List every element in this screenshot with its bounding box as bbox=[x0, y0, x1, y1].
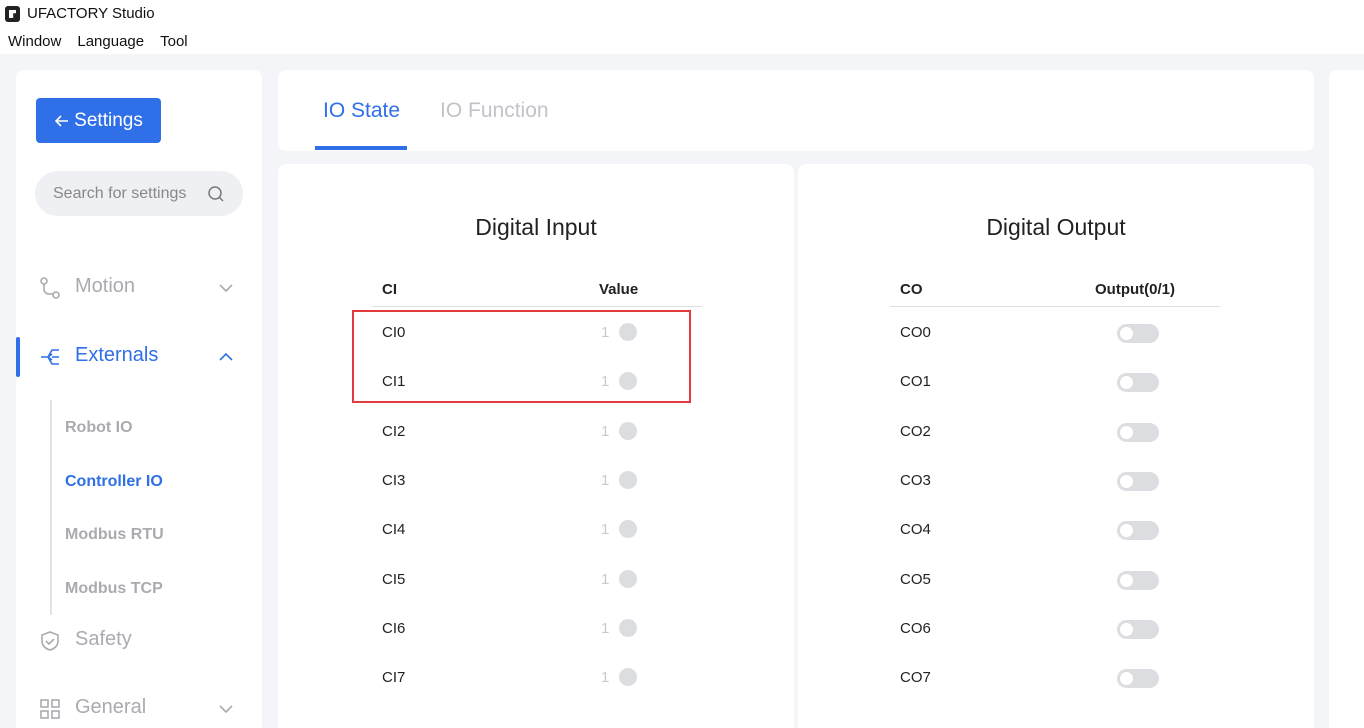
output-channel-label: CO5 bbox=[900, 570, 931, 588]
digital-input-card: Digital Input CI Value CI0 1 CI1 1 CI2 1 CI3 1 C… bbox=[278, 164, 794, 728]
back-button-label: Settings bbox=[74, 109, 143, 131]
menu-language[interactable]: Language bbox=[69, 33, 152, 50]
menu-tool[interactable]: Tool bbox=[152, 33, 196, 50]
chevron-down-icon bbox=[219, 284, 233, 293]
input-state-indicator bbox=[619, 470, 637, 489]
settings-search bbox=[35, 171, 243, 216]
arrow-left-icon bbox=[55, 114, 69, 127]
output-channel-label: CO6 bbox=[900, 619, 931, 637]
input-state-indicator bbox=[619, 372, 637, 391]
menu-bar: Window Language Tool bbox=[0, 33, 196, 50]
search-input[interactable] bbox=[53, 171, 203, 216]
input-state-indicator bbox=[619, 618, 637, 637]
back-to-settings-button[interactable]: Settings bbox=[36, 98, 161, 143]
header-divider bbox=[372, 306, 702, 307]
sidebar-item-motion[interactable]: Motion bbox=[16, 268, 262, 308]
digital-output-card: Digital Output CO Output(0/1) CO0 CO1 CO2 C… bbox=[798, 164, 1314, 728]
input-state-indicator bbox=[619, 569, 637, 588]
sidebar-item-safety[interactable]: Safety bbox=[16, 621, 262, 661]
input-channel-label: CI7 bbox=[382, 669, 406, 687]
output-toggle-switch[interactable] bbox=[1117, 373, 1159, 393]
sidebar-item-label: General bbox=[75, 696, 147, 718]
sidebar-item-general[interactable]: General bbox=[16, 689, 262, 728]
ci-column-header: CI bbox=[382, 281, 397, 298]
externals-icon bbox=[41, 349, 59, 365]
input-channel-label: CI1 bbox=[382, 373, 406, 391]
grid-icon bbox=[40, 699, 60, 719]
tabs-panel: IO State IO Function bbox=[278, 70, 1314, 151]
output-channel-label: CO0 bbox=[900, 324, 931, 341]
input-value: 1 bbox=[601, 669, 610, 687]
active-tab-underline bbox=[315, 146, 407, 150]
sidebar-item-label: Motion bbox=[75, 275, 136, 297]
input-value: 1 bbox=[601, 324, 610, 341]
output-channel-label: CO3 bbox=[900, 471, 931, 489]
header-divider bbox=[890, 306, 1220, 307]
input-channel-label: CI2 bbox=[382, 422, 406, 440]
input-channel-label: CI0 bbox=[382, 324, 406, 341]
chevron-down-icon bbox=[219, 705, 233, 714]
search-icon[interactable] bbox=[207, 185, 225, 203]
tab-io-function[interactable]: IO Function bbox=[440, 99, 549, 123]
input-state-indicator bbox=[619, 421, 637, 440]
output-toggle-switch[interactable] bbox=[1117, 471, 1159, 491]
output-toggle-switch[interactable] bbox=[1117, 669, 1159, 689]
subnav-line bbox=[50, 400, 52, 615]
active-indicator bbox=[16, 337, 20, 377]
tab-io-state[interactable]: IO State bbox=[323, 99, 400, 123]
output-toggle-switch[interactable] bbox=[1117, 521, 1159, 541]
input-value: 1 bbox=[601, 471, 610, 489]
sidebar-item-label: Externals bbox=[75, 344, 159, 366]
input-value: 1 bbox=[601, 619, 610, 637]
app-logo-icon bbox=[5, 6, 20, 22]
app-title: UFACTORY Studio bbox=[27, 5, 155, 22]
input-value: 1 bbox=[601, 570, 610, 588]
input-state-indicator bbox=[619, 323, 637, 341]
output-column-header: Output(0/1) bbox=[1095, 281, 1175, 298]
sidebar-subitem-controller-io[interactable]: Controller IO bbox=[65, 473, 163, 491]
sidebar-item-label: Safety bbox=[75, 628, 132, 650]
sidebar-subitem-modbus-tcp[interactable]: Modbus TCP bbox=[65, 580, 163, 598]
input-channel-label: CI3 bbox=[382, 471, 406, 489]
sidebar-subitem-modbus-rtu[interactable]: Modbus RTU bbox=[65, 526, 164, 544]
input-value: 1 bbox=[601, 422, 610, 440]
digital-input-title: Digital Input bbox=[475, 214, 597, 240]
input-state-indicator bbox=[619, 520, 637, 539]
input-channel-label: CI6 bbox=[382, 619, 406, 637]
input-channel-label: CI5 bbox=[382, 570, 406, 588]
value-column-header: Value bbox=[599, 281, 639, 298]
input-value: 1 bbox=[601, 373, 610, 391]
chevron-up-icon bbox=[219, 352, 233, 361]
sidebar-item-externals[interactable]: Externals bbox=[16, 337, 262, 377]
input-value: 1 bbox=[601, 521, 610, 539]
right-panel-edge bbox=[1329, 70, 1364, 728]
title-bar: UFACTORY Studio Window Language Tool bbox=[0, 0, 1364, 54]
sidebar-subitem-robot-io[interactable]: Robot IO bbox=[65, 419, 133, 437]
shield-icon bbox=[41, 631, 59, 651]
output-channel-label: CO1 bbox=[900, 373, 931, 391]
output-toggle-switch[interactable] bbox=[1117, 422, 1159, 442]
output-toggle-switch[interactable] bbox=[1117, 619, 1159, 639]
output-channel-label: CO7 bbox=[900, 669, 931, 687]
output-toggle-switch[interactable] bbox=[1117, 324, 1159, 343]
output-channel-label: CO4 bbox=[900, 521, 931, 539]
input-channel-label: CI4 bbox=[382, 521, 406, 539]
output-toggle-switch[interactable] bbox=[1117, 570, 1159, 590]
digital-output-title: Digital Output bbox=[986, 214, 1126, 240]
output-channel-label: CO2 bbox=[900, 422, 931, 440]
co-column-header: CO bbox=[900, 281, 923, 298]
input-state-indicator bbox=[619, 668, 637, 687]
settings-sidebar: Settings Motion Externals Robot IO Contr… bbox=[16, 70, 262, 728]
menu-window[interactable]: Window bbox=[0, 33, 69, 50]
motion-icon bbox=[40, 277, 60, 299]
